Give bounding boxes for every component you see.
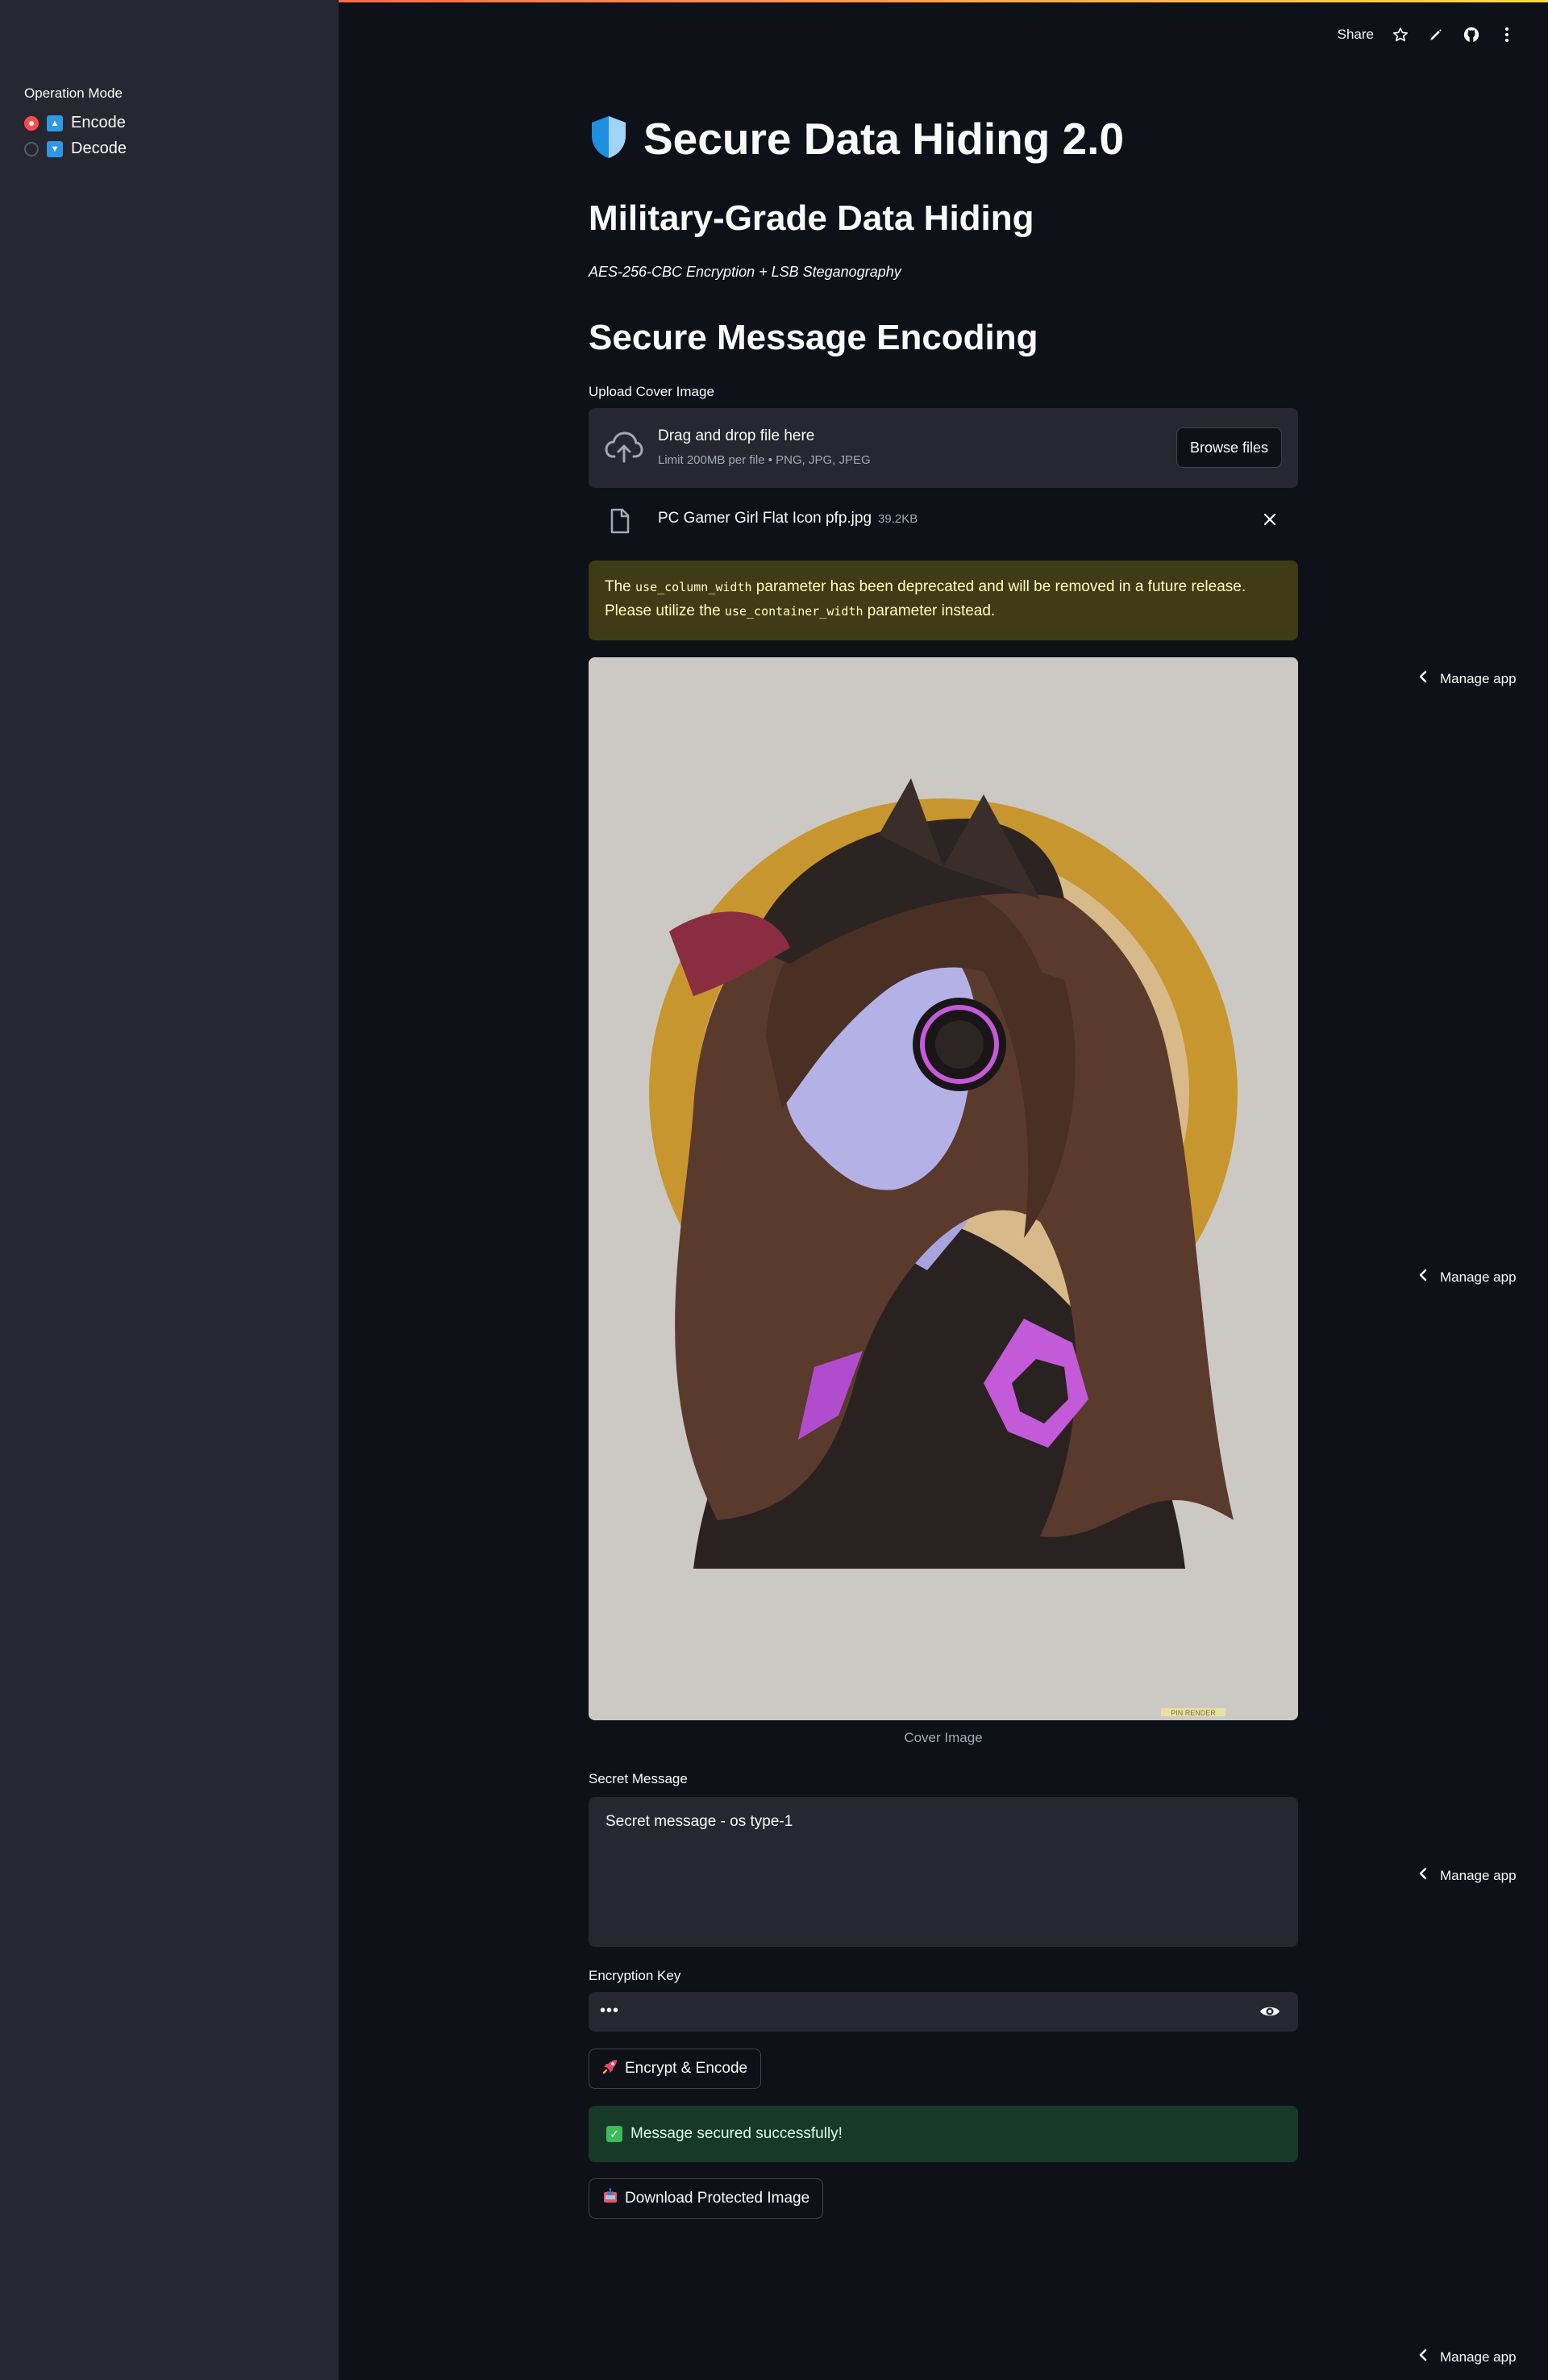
warning-text: parameter instead. [863, 602, 996, 619]
manage-app-label: Manage app [1440, 670, 1517, 686]
secret-message-textarea[interactable]: Secret message - os type-1 [589, 1797, 1298, 1947]
rocket-icon [602, 2058, 618, 2079]
manage-app-button[interactable]: Manage app [1419, 1867, 1517, 1884]
chevron-left-icon [1419, 1269, 1427, 1286]
chevron-left-icon [1419, 670, 1427, 687]
header-toolbar: Share [1338, 26, 1516, 44]
upload-label: Upload Cover Image [589, 384, 714, 399]
radio-selected-indicator[interactable] [24, 115, 39, 131]
success-message: Message secured successfully! [630, 2125, 843, 2142]
deprecation-warning: The use_column_width parameter has been … [589, 561, 1298, 640]
encryption-key-label: Encryption Key [589, 1968, 681, 1983]
download-protected-image-button[interactable]: Download Protected Image [589, 2178, 824, 2219]
radio-option-label: Decode [71, 140, 127, 157]
manage-app-button[interactable]: Manage app [1419, 670, 1517, 687]
chevron-left-icon [1419, 1867, 1427, 1884]
manage-app-label: Manage app [1440, 1867, 1517, 1883]
file-dropzone[interactable]: Drag and drop file here Limit 200MB per … [589, 408, 1298, 488]
dropzone-instructions: Drag and drop file here [658, 427, 815, 444]
page-title: Secure Data Hiding 2.0 [643, 114, 1125, 164]
operation-mode-label: Operation Mode [24, 85, 123, 101]
warning-code: use_container_width [724, 604, 863, 619]
cloud-upload-icon [605, 431, 643, 465]
file-name-text: PC Gamer Girl Flat Icon pfp.jpg [658, 510, 872, 527]
section-title: Secure Message Encoding [589, 318, 1038, 357]
warning-text: The [605, 578, 636, 595]
manage-app-label: Manage app [1440, 1269, 1517, 1285]
up-arrow-emoji-icon: ▲ [47, 115, 63, 131]
dropzone-limit: Limit 200MB per file • PNG, JPG, JPEG [658, 453, 871, 467]
github-icon[interactable] [1463, 26, 1480, 44]
secret-message-label: Secret Message [589, 1771, 688, 1786]
file-icon [610, 508, 630, 534]
download-button-label: Download Protected Image [625, 2190, 810, 2207]
shield-icon [589, 115, 629, 164]
uploaded-file: PC Gamer Girl Flat Icon pfp.jpg 39.2KB [589, 502, 1298, 539]
star-icon[interactable] [1392, 26, 1409, 44]
manage-app-button[interactable]: Manage app [1419, 1269, 1517, 1286]
more-vertical-icon[interactable] [1498, 26, 1516, 44]
pencil-icon[interactable] [1427, 26, 1445, 44]
sidebar: Operation Mode ▲ Encode ▼ Decode [0, 0, 339, 2380]
inbox-tray-icon [602, 2188, 618, 2209]
radio-option-label: Encode [71, 114, 126, 131]
image-watermark-text: PIN RENDER [1171, 1709, 1216, 1717]
image-caption: Cover Image [904, 1730, 983, 1745]
remove-file-close-icon[interactable] [1259, 509, 1280, 530]
eye-icon[interactable] [1259, 2002, 1280, 2021]
share-button[interactable]: Share [1338, 27, 1374, 43]
encryption-key-input[interactable]: ••• [589, 1992, 1298, 2032]
cover-image: PIN RENDER [589, 657, 1298, 1720]
page-header: Secure Data Hiding 2.0 [589, 113, 1124, 165]
password-masked-value: ••• [600, 2002, 620, 2019]
manage-app-label: Manage app [1440, 2349, 1517, 2365]
cover-image-illustration: PIN RENDER [589, 657, 1298, 1720]
radio-option-decode[interactable]: ▼ Decode [24, 140, 127, 158]
check-icon: ✓ [606, 2126, 622, 2142]
success-alert: ✓ Message secured successfully! [589, 2106, 1298, 2162]
radio-option-encode[interactable]: ▲ Encode [24, 114, 126, 132]
browse-files-button[interactable]: Browse files [1176, 427, 1282, 468]
file-size: 39.2KB [878, 512, 918, 526]
warning-code: use_column_width [635, 580, 752, 594]
chevron-left-icon [1419, 2349, 1427, 2365]
tagline: AES-256-CBC Encryption + LSB Steganograp… [589, 264, 901, 280]
encrypt-encode-button[interactable]: Encrypt & Encode [589, 2049, 762, 2089]
down-arrow-emoji-icon: ▼ [47, 140, 63, 157]
file-name: PC Gamer Girl Flat Icon pfp.jpg 39.2KB [658, 510, 918, 527]
manage-app-button[interactable]: Manage app [1419, 2349, 1517, 2365]
encrypt-button-label: Encrypt & Encode [625, 2060, 748, 2077]
subtitle: Military-Grade Data Hiding [589, 198, 1034, 238]
radio-unselected-indicator[interactable] [24, 141, 39, 156]
